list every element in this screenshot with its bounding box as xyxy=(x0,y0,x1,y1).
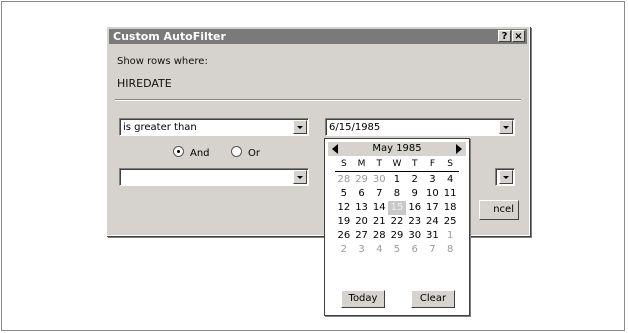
calendar-day[interactable]: 6 xyxy=(406,243,424,257)
show-rows-label: Show rows where: xyxy=(117,56,208,67)
today-button[interactable]: Today xyxy=(341,290,385,308)
or-radio-label: Or xyxy=(248,148,260,159)
calendar-day[interactable]: 11 xyxy=(441,187,459,201)
condition1-value-text: 6/15/1985 xyxy=(329,122,381,133)
condition2-operator-select[interactable] xyxy=(119,168,309,186)
calendar-day[interactable]: 12 xyxy=(335,201,353,215)
calendar-day[interactable]: 30 xyxy=(370,173,388,187)
calendar-month-label: May 1985 xyxy=(372,143,422,154)
calendar-day[interactable]: 2 xyxy=(406,173,424,187)
or-radio-icon[interactable] xyxy=(231,146,242,157)
and-radio-label: And xyxy=(190,148,210,159)
calendar-day[interactable]: 6 xyxy=(353,187,371,201)
calendar-day-selected[interactable]: 15 xyxy=(388,201,406,215)
weekday-header: T xyxy=(411,159,418,169)
chevron-down-icon[interactable] xyxy=(293,170,307,184)
chevron-down-icon[interactable] xyxy=(293,120,307,134)
calendar-day[interactable]: 14 xyxy=(370,201,388,215)
condition1-operator-value: is greater than xyxy=(123,122,197,133)
calendar-day[interactable]: 30 xyxy=(406,229,424,243)
calendar-day[interactable]: 28 xyxy=(370,229,388,243)
weekday-header: S xyxy=(447,159,453,169)
calendar-day[interactable]: 23 xyxy=(406,215,424,229)
calendar-day[interactable]: 7 xyxy=(424,243,442,257)
next-month-icon[interactable] xyxy=(456,144,462,154)
dialog-titlebar: Custom AutoFilter ? × xyxy=(109,29,527,44)
cancel-button[interactable]: ncel xyxy=(479,200,519,220)
calendar-day[interactable]: 3 xyxy=(424,173,442,187)
calendar-day[interactable]: 5 xyxy=(335,187,353,201)
weekday-header: M xyxy=(357,159,366,169)
condition1-operator-select[interactable]: is greater than xyxy=(119,118,309,136)
calendar-day[interactable]: 4 xyxy=(370,243,388,257)
clear-button[interactable]: Clear xyxy=(411,290,455,308)
and-radio-icon[interactable] xyxy=(173,146,184,157)
previous-month-icon[interactable] xyxy=(332,144,338,154)
chevron-down-icon[interactable] xyxy=(499,170,513,184)
calendar-day[interactable]: 21 xyxy=(370,215,388,229)
calendar-day[interactable]: 29 xyxy=(388,229,406,243)
calendar-day[interactable]: 4 xyxy=(441,173,459,187)
weekday-header: F xyxy=(429,159,436,169)
weekday-header: S xyxy=(340,159,347,169)
calendar-day[interactable]: 28 xyxy=(335,173,353,187)
calendar-day[interactable]: 5 xyxy=(388,243,406,257)
calendar-day[interactable]: 2 xyxy=(335,243,353,257)
close-button[interactable]: × xyxy=(512,30,525,42)
weekday-header: W xyxy=(392,159,402,169)
condition1-value-input[interactable]: 6/15/1985 xyxy=(325,118,515,136)
calendar-day[interactable]: 17 xyxy=(424,201,442,215)
calendar-day[interactable]: 24 xyxy=(424,215,442,229)
calendar-day[interactable]: 8 xyxy=(388,187,406,201)
calendar-header: May 1985 xyxy=(328,142,466,156)
calendar-day[interactable]: 13 xyxy=(353,201,371,215)
separator-line xyxy=(115,99,521,101)
calendar-day[interactable]: 9 xyxy=(406,187,424,201)
calendar-day[interactable]: 10 xyxy=(424,187,442,201)
and-radio-option[interactable]: And xyxy=(173,146,210,159)
dialog-title: Custom AutoFilter xyxy=(113,30,226,43)
calendar-day[interactable]: 31 xyxy=(424,229,442,243)
calendar-day[interactable]: 7 xyxy=(370,187,388,201)
weekday-header-row: SMTWTFS xyxy=(335,159,459,172)
or-radio-option[interactable]: Or xyxy=(231,146,260,159)
condition2-value-input[interactable] xyxy=(495,168,515,186)
date-picker-popup: May 1985 SMTWTFS 28 29 30 1 2 3 4 5 6 7 8 9 10 11 12 13… xyxy=(324,138,470,316)
calendar-day[interactable]: 22 xyxy=(388,215,406,229)
calendar-day[interactable]: 25 xyxy=(441,215,459,229)
chevron-down-icon[interactable] xyxy=(499,120,513,134)
calendar-day[interactable]: 8 xyxy=(441,243,459,257)
calendar-day[interactable]: 1 xyxy=(388,173,406,187)
help-button[interactable]: ? xyxy=(498,30,511,42)
calendar-day[interactable]: 26 xyxy=(335,229,353,243)
calendar-day-grid: 28 29 30 1 2 3 4 5 6 7 8 9 10 11 12 13 14 15 16 17 18 19 20 21 2… xyxy=(335,173,459,257)
calendar-day[interactable]: 27 xyxy=(353,229,371,243)
weekday-header: T xyxy=(376,159,383,169)
calendar-day[interactable]: 20 xyxy=(353,215,371,229)
calendar-day[interactable]: 19 xyxy=(335,215,353,229)
calendar-day[interactable]: 18 xyxy=(441,201,459,215)
calendar-day[interactable]: 16 xyxy=(406,201,424,215)
calendar-day[interactable]: 29 xyxy=(353,173,371,187)
field-name-label: HIREDATE xyxy=(117,77,172,90)
calendar-day[interactable]: 1 xyxy=(441,229,459,243)
calendar-day[interactable]: 3 xyxy=(353,243,371,257)
